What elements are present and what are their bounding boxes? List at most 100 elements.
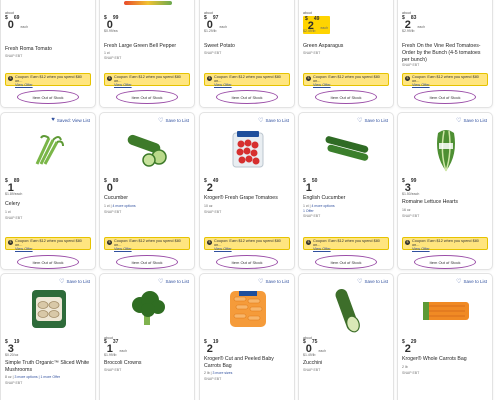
product-image[interactable] [1,127,95,172]
more-options-link[interactable]: 4 more options [312,204,335,208]
view-offer-link[interactable]: View Offer [412,247,485,251]
cucumber-icon [127,134,167,167]
product-card[interactable]: about $069each Fresh Roma Tomato SNAP EB… [0,0,96,108]
product-card[interactable]: about $249each $2.49/lb Green Asparagus … [298,0,394,108]
product-name[interactable]: Broccoli Crowns [104,360,190,367]
product-image[interactable] [398,123,492,175]
coupon-banner[interactable]: $ Coupon: Earn $12 when you spend $80 on.… [104,73,190,87]
product-card[interactable]: ♡ Save to List about $075each $1.49/lb Zu… [298,273,394,400]
out-of-stock-button[interactable]: Item Out of Stock [216,90,278,104]
product-image[interactable] [299,284,393,336]
more-options-link[interactable]: 3 more options | 1 more Offer [14,375,60,379]
unit-price: $1.29/lb [204,29,217,33]
product-name[interactable]: Kroger® Cut and Peeled Baby Carrots Bag [204,356,290,370]
product-name[interactable]: Kroger® Whole Carrots Bag [402,356,488,363]
product-image[interactable] [100,1,194,5]
save-to-list-link[interactable]: ♡ Save to List [357,117,388,124]
unit-price: $2.99/lb [402,29,415,33]
product-name[interactable]: Fresh On the Vine Red Tomatoes-Order by … [402,43,488,63]
price: $089 [104,178,119,194]
save-to-list-link[interactable]: ♡ Save to List [158,117,189,124]
product-card[interactable]: ♡ Save to List $249 Kroger® Fresh Grape T… [199,112,295,270]
coupon-banner[interactable]: $ Coupon: Earn $12 when you spend $80 on.… [402,73,488,87]
out-of-stock-button[interactable]: Item Out of Stock [116,90,178,104]
size-label: 1 ct [104,51,110,55]
snap-label: SNAP EBT [402,371,420,375]
product-name[interactable]: Sweet Potato [204,43,290,50]
celery-icon [35,134,64,165]
size-label: 1 ct | 4 more options [303,204,335,208]
product-name[interactable]: Kroger® Fresh Grape Tomatoes [204,195,290,202]
out-of-stock-button[interactable]: Item Out of Stock [414,255,476,269]
out-of-stock-button[interactable]: Item Out of Stock [315,90,377,104]
product-name[interactable]: Fresh Large Green Bell Pepper [104,43,190,50]
product-name[interactable]: Cucumber [104,195,190,202]
out-of-stock-button[interactable]: Item Out of Stock [315,255,377,269]
coupon-icon: $ [405,240,410,245]
price: $249 [204,178,219,194]
product-card[interactable]: ♡ Save to List $399 $1.50/each Romaine Le… [397,112,493,270]
view-offer-link[interactable]: View Offer [313,247,386,251]
product-image[interactable] [299,127,393,172]
view-offer-link[interactable]: View Offer [114,247,187,251]
product-card[interactable]: ♡ Save to List $089 Cucumber 1 ct | 4 mor… [99,112,195,270]
product-name[interactable]: English Cucumber [303,195,389,202]
product-card[interactable]: ♡ Save to List $150 English Cucumber 1 ct… [298,112,394,270]
product-card[interactable]: ♡ Save to List about $137each $1.99/lb Br… [99,273,195,400]
unit-price: $1.99/lb [104,353,117,357]
price: $229 [402,339,417,355]
snap-label: SNAP EBT [402,214,420,218]
product-card[interactable]: ♡ Save to List $219 Kroger® Cut and Peele… [199,273,295,400]
product-card[interactable]: about $283each $2.99/lb Fresh On the Vin… [397,0,493,108]
saved-view-list-link[interactable]: ♥ Saved: View List [51,117,90,123]
product-name[interactable]: Romaine Lettuce Hearts [402,199,488,206]
product-card[interactable]: ♡ Save to List $229 Kroger® Whole Carrots… [397,273,493,400]
product-card[interactable]: ♡ Save to List $319 $0.20/oz Simple Truth… [0,273,96,400]
coupon-banner[interactable]: $ Coupon: Earn $12 when you spend $80 on.… [303,73,389,87]
view-offer-link[interactable]: View Offer [412,83,485,87]
view-offer-link[interactable]: View Offer [214,83,287,87]
out-of-stock-button[interactable]: Item Out of Stock [216,255,278,269]
romaine-lettuce-icon [437,130,455,172]
snap-label: SNAP EBT [5,381,23,385]
size-label: 2 lb | 3 more sizes [204,371,233,375]
out-of-stock-button[interactable]: Item Out of Stock [414,90,476,104]
product-name[interactable]: Green Asparagus [303,43,389,50]
product-image[interactable] [200,125,294,173]
product-card[interactable]: ♥ Saved: View List $189 $1.89/each Celery… [0,112,96,270]
product-image[interactable] [200,284,294,334]
product-image[interactable] [100,127,194,172]
product-image[interactable] [100,284,194,334]
product-image[interactable] [398,288,492,333]
product-card[interactable]: about $097each $1.29/lb Sweet Potato SNA… [199,0,295,108]
view-offer-link[interactable]: View Offer [114,83,187,87]
more-sizes-link[interactable]: 3 more sizes [213,371,233,375]
out-of-stock-button[interactable]: Item Out of Stock [17,255,79,269]
view-offer-link[interactable]: View Offer [15,83,88,87]
whole-carrots-bag-icon [423,301,469,320]
view-offer-link[interactable]: View Offer [214,247,287,251]
product-name[interactable]: Fresh Roma Tomato [5,46,91,53]
out-of-stock-button[interactable]: Item Out of Stock [116,255,178,269]
coupon-banner[interactable]: $ Coupon: Earn $12 when you spend $80 on.… [204,73,290,87]
more-options-link[interactable]: 4 more options [113,204,136,208]
zucchini-icon [335,288,360,333]
coupon-banner[interactable]: $ Coupon: Earn $12 when you spend $80 on.… [5,237,91,251]
offer-link[interactable]: 1 Offer [303,209,314,213]
product-image[interactable] [1,284,95,334]
save-to-list-link[interactable]: ♡ Save to List [258,117,289,124]
coupon-banner[interactable]: $ Coupon: Earn $12 when you spend $80 on.… [5,73,91,87]
out-of-stock-button[interactable]: Item Out of Stock [17,90,79,104]
size-label: 16 oz [402,208,411,212]
save-to-list-link[interactable]: ♡ Save to List [456,278,487,285]
product-name[interactable]: Celery [5,201,91,208]
coupon-banner[interactable]: $ Coupon: Earn $12 when you spend $80 on.… [402,237,488,251]
product-card[interactable]: $099 $0.99/ea Fresh Large Green Bell Pep… [99,0,195,108]
coupon-banner[interactable]: $ Coupon: Earn $12 when you spend $80 on.… [204,237,290,251]
view-offer-link[interactable]: View Offer [15,247,88,251]
coupon-banner[interactable]: $ Coupon: Earn $12 when you spend $80 on.… [303,237,389,251]
view-offer-link[interactable]: View Offer [313,83,386,87]
product-name[interactable]: Simple Truth Organic™ Sliced White Mushr… [5,360,91,374]
product-name[interactable]: Zucchini [303,360,389,367]
coupon-banner[interactable]: $ Coupon: Earn $12 when you spend $80 on.… [104,237,190,251]
